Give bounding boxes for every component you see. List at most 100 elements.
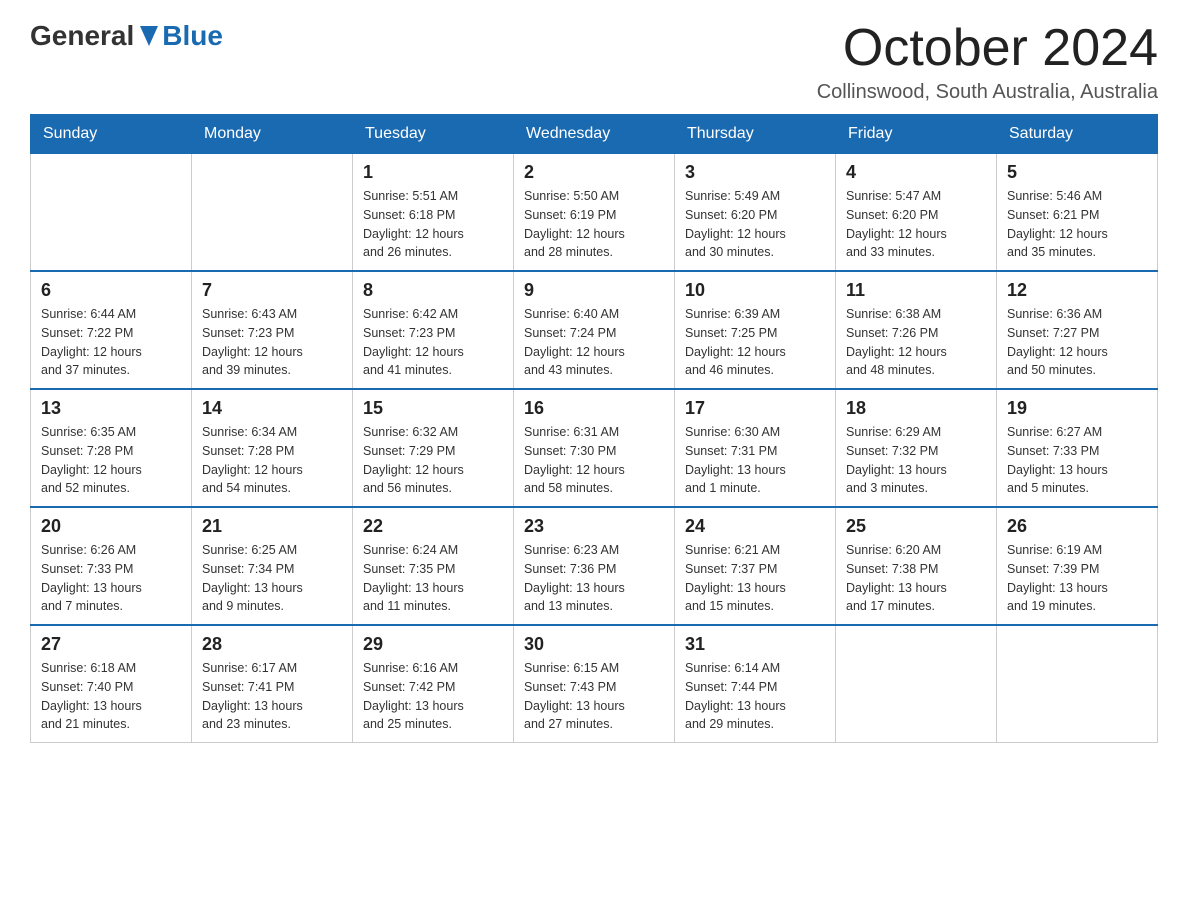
day-info: Sunrise: 6:44 AMSunset: 7:22 PMDaylight:… xyxy=(41,305,181,380)
day-number: 11 xyxy=(846,280,986,301)
weekday-header-row: SundayMondayTuesdayWednesdayThursdayFrid… xyxy=(31,115,1158,154)
day-info: Sunrise: 6:29 AMSunset: 7:32 PMDaylight:… xyxy=(846,423,986,498)
day-number: 25 xyxy=(846,516,986,537)
day-number: 26 xyxy=(1007,516,1147,537)
calendar-cell: 25 Sunrise: 6:20 AMSunset: 7:38 PMDayligh… xyxy=(836,507,997,625)
weekday-header-friday: Friday xyxy=(836,115,997,154)
calendar-cell xyxy=(192,154,353,272)
day-info: Sunrise: 6:36 AMSunset: 7:27 PMDaylight:… xyxy=(1007,305,1147,380)
calendar-cell: 8 Sunrise: 6:42 AMSunset: 7:23 PMDaylight… xyxy=(353,271,514,389)
day-info: Sunrise: 6:14 AMSunset: 7:44 PMDaylight:… xyxy=(685,659,825,734)
calendar-cell: 27 Sunrise: 6:18 AMSunset: 7:40 PMDayligh… xyxy=(31,625,192,743)
day-info: Sunrise: 6:20 AMSunset: 7:38 PMDaylight:… xyxy=(846,541,986,616)
weekday-header-saturday: Saturday xyxy=(997,115,1158,154)
calendar-header: SundayMondayTuesdayWednesdayThursdayFrid… xyxy=(31,115,1158,154)
day-number: 6 xyxy=(41,280,181,301)
day-number: 29 xyxy=(363,634,503,655)
day-info: Sunrise: 5:51 AMSunset: 6:18 PMDaylight:… xyxy=(363,187,503,262)
calendar-cell: 13Sunrise: 6:35 AMSunset: 7:28 PMDayligh… xyxy=(31,389,192,507)
day-info: Sunrise: 6:39 AMSunset: 7:25 PMDaylight:… xyxy=(685,305,825,380)
day-info: Sunrise: 6:24 AMSunset: 7:35 PMDaylight:… xyxy=(363,541,503,616)
location-title: Collinswood, South Australia, Australia xyxy=(817,81,1158,104)
weekday-header-wednesday: Wednesday xyxy=(514,115,675,154)
day-info: Sunrise: 6:30 AMSunset: 7:31 PMDaylight:… xyxy=(685,423,825,498)
day-info: Sunrise: 5:47 AMSunset: 6:20 PMDaylight:… xyxy=(846,187,986,262)
day-info: Sunrise: 6:21 AMSunset: 7:37 PMDaylight:… xyxy=(685,541,825,616)
day-number: 27 xyxy=(41,634,181,655)
logo: General Blue xyxy=(30,20,223,52)
day-number: 2 xyxy=(524,162,664,183)
day-number: 13 xyxy=(41,398,181,419)
day-number: 16 xyxy=(524,398,664,419)
day-info: Sunrise: 6:42 AMSunset: 7:23 PMDaylight:… xyxy=(363,305,503,380)
calendar-cell: 23Sunrise: 6:23 AMSunset: 7:36 PMDayligh… xyxy=(514,507,675,625)
day-number: 22 xyxy=(363,516,503,537)
calendar-cell: 11Sunrise: 6:38 AMSunset: 7:26 PMDayligh… xyxy=(836,271,997,389)
day-number: 18 xyxy=(846,398,986,419)
day-number: 23 xyxy=(524,516,664,537)
weekday-header-tuesday: Tuesday xyxy=(353,115,514,154)
day-info: Sunrise: 5:50 AMSunset: 6:19 PMDaylight:… xyxy=(524,187,664,262)
day-number: 31 xyxy=(685,634,825,655)
weekday-header-monday: Monday xyxy=(192,115,353,154)
day-number: 19 xyxy=(1007,398,1147,419)
logo-general: General xyxy=(30,20,134,52)
calendar-cell: 9 Sunrise: 6:40 AMSunset: 7:24 PMDaylight… xyxy=(514,271,675,389)
title-area: October 2024 Collinswood, South Australi… xyxy=(817,20,1158,104)
day-info: Sunrise: 6:34 AMSunset: 7:28 PMDaylight:… xyxy=(202,423,342,498)
calendar-cell: 10Sunrise: 6:39 AMSunset: 7:25 PMDayligh… xyxy=(675,271,836,389)
calendar-cell: 28 Sunrise: 6:17 AMSunset: 7:41 PMDayligh… xyxy=(192,625,353,743)
day-info: Sunrise: 6:18 AMSunset: 7:40 PMDaylight:… xyxy=(41,659,181,734)
day-info: Sunrise: 5:49 AMSunset: 6:20 PMDaylight:… xyxy=(685,187,825,262)
day-number: 9 xyxy=(524,280,664,301)
calendar-cell: 17 Sunrise: 6:30 AMSunset: 7:31 PMDayligh… xyxy=(675,389,836,507)
day-number: 1 xyxy=(363,162,503,183)
calendar-cell: 31 Sunrise: 6:14 AMSunset: 7:44 PMDayligh… xyxy=(675,625,836,743)
day-number: 20 xyxy=(41,516,181,537)
day-number: 30 xyxy=(524,634,664,655)
calendar-cell: 22 Sunrise: 6:24 AMSunset: 7:35 PMDayligh… xyxy=(353,507,514,625)
week-row-3: 13Sunrise: 6:35 AMSunset: 7:28 PMDayligh… xyxy=(31,389,1158,507)
calendar-table: SundayMondayTuesdayWednesdayThursdayFrid… xyxy=(30,114,1158,743)
calendar-cell: 18 Sunrise: 6:29 AMSunset: 7:32 PMDayligh… xyxy=(836,389,997,507)
logo-triangle-icon xyxy=(140,26,158,46)
calendar-cell: 20Sunrise: 6:26 AMSunset: 7:33 PMDayligh… xyxy=(31,507,192,625)
calendar-cell: 6 Sunrise: 6:44 AMSunset: 7:22 PMDaylight… xyxy=(31,271,192,389)
calendar-cell: 24 Sunrise: 6:21 AMSunset: 7:37 PMDayligh… xyxy=(675,507,836,625)
day-info: Sunrise: 6:19 AMSunset: 7:39 PMDaylight:… xyxy=(1007,541,1147,616)
day-info: Sunrise: 6:27 AMSunset: 7:33 PMDaylight:… xyxy=(1007,423,1147,498)
day-number: 3 xyxy=(685,162,825,183)
header: General Blue October 2024 Collinswood, S… xyxy=(30,20,1158,104)
day-number: 17 xyxy=(685,398,825,419)
week-row-5: 27 Sunrise: 6:18 AMSunset: 7:40 PMDayligh… xyxy=(31,625,1158,743)
day-info: Sunrise: 6:15 AMSunset: 7:43 PMDaylight:… xyxy=(524,659,664,734)
week-row-1: 1 Sunrise: 5:51 AMSunset: 6:18 PMDaylight… xyxy=(31,154,1158,272)
day-info: Sunrise: 6:25 AMSunset: 7:34 PMDaylight:… xyxy=(202,541,342,616)
calendar-cell: 4 Sunrise: 5:47 AMSunset: 6:20 PMDaylight… xyxy=(836,154,997,272)
day-info: Sunrise: 5:46 AMSunset: 6:21 PMDaylight:… xyxy=(1007,187,1147,262)
calendar-cell: 1 Sunrise: 5:51 AMSunset: 6:18 PMDaylight… xyxy=(353,154,514,272)
weekday-header-thursday: Thursday xyxy=(675,115,836,154)
calendar-cell: 7Sunrise: 6:43 AMSunset: 7:23 PMDaylight… xyxy=(192,271,353,389)
calendar-cell: 3 Sunrise: 5:49 AMSunset: 6:20 PMDaylight… xyxy=(675,154,836,272)
week-row-2: 6 Sunrise: 6:44 AMSunset: 7:22 PMDaylight… xyxy=(31,271,1158,389)
calendar-cell xyxy=(836,625,997,743)
calendar-cell xyxy=(31,154,192,272)
day-info: Sunrise: 6:17 AMSunset: 7:41 PMDaylight:… xyxy=(202,659,342,734)
day-number: 8 xyxy=(363,280,503,301)
logo-blue: Blue xyxy=(162,20,223,52)
day-info: Sunrise: 6:32 AMSunset: 7:29 PMDaylight:… xyxy=(363,423,503,498)
day-number: 7 xyxy=(202,280,342,301)
day-number: 4 xyxy=(846,162,986,183)
day-number: 28 xyxy=(202,634,342,655)
calendar-cell: 29Sunrise: 6:16 AMSunset: 7:42 PMDayligh… xyxy=(353,625,514,743)
day-number: 24 xyxy=(685,516,825,537)
week-row-4: 20Sunrise: 6:26 AMSunset: 7:33 PMDayligh… xyxy=(31,507,1158,625)
day-info: Sunrise: 6:31 AMSunset: 7:30 PMDaylight:… xyxy=(524,423,664,498)
day-info: Sunrise: 6:40 AMSunset: 7:24 PMDaylight:… xyxy=(524,305,664,380)
month-title: October 2024 xyxy=(817,20,1158,77)
calendar-body: 1 Sunrise: 5:51 AMSunset: 6:18 PMDaylight… xyxy=(31,154,1158,743)
calendar-cell: 5Sunrise: 5:46 AMSunset: 6:21 PMDaylight… xyxy=(997,154,1158,272)
calendar-cell: 12Sunrise: 6:36 AMSunset: 7:27 PMDayligh… xyxy=(997,271,1158,389)
calendar-cell xyxy=(997,625,1158,743)
